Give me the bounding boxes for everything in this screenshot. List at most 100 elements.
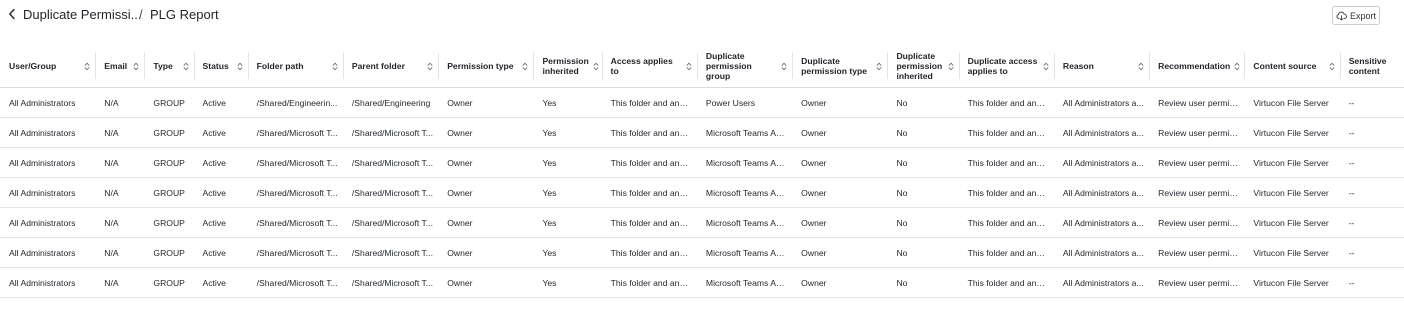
table-cell: Virtucon File Server [1244,87,1340,118]
table-cell: /Shared/Microsoft T... [342,237,439,268]
column-header-label: Permission inherited [542,56,589,76]
sort-button[interactable] [686,62,692,71]
table-cell: GROUP [144,207,194,238]
sort-icon[interactable] [1043,62,1049,71]
column-header[interactable]: Parent folder [342,45,439,88]
sort-icon[interactable] [133,62,139,71]
sort-button[interactable] [84,62,90,71]
table-cell: /Shared/Microsoft T... [342,267,439,298]
back-button[interactable] [5,6,19,22]
sort-button[interactable] [427,62,433,71]
sort-button[interactable] [948,62,954,71]
table-row[interactable]: All Administrators N/A GROUP Active/Shared/… [0,267,1404,298]
cloud-download-icon [1336,11,1347,20]
column-header[interactable]: Duplicate permission inherited [887,45,959,88]
column-header[interactable]: User/Group [0,45,96,88]
table-cell: Owner [438,117,534,148]
sort-icon[interactable] [1234,62,1240,71]
column-header[interactable]: Permission type [438,45,534,88]
sort-button[interactable] [1329,62,1335,71]
duplicate-permissions-table: User/Group Email Type Status Folder path Pare… [0,45,1404,298]
table-cell: All Administrators [0,87,96,118]
table-cell: Active [193,117,248,148]
sort-icon[interactable] [1138,62,1144,71]
sort-icon[interactable] [781,62,787,71]
column-header[interactable]: Email [95,45,145,88]
sort-icon[interactable] [948,62,954,71]
table-cell: /Shared/Engineering [342,87,439,118]
table-cell: -- [1339,147,1404,178]
sort-icon[interactable] [522,62,528,71]
column-header: Sensitive content [1339,45,1404,88]
table-cell: Power Users [696,87,793,118]
sort-button[interactable] [183,62,189,71]
table-cell: All Administrators a... [1053,117,1150,148]
column-header[interactable]: Reason [1053,45,1150,88]
chevron-left-icon [9,8,15,20]
table-cell: Microsoft Teams Ad... [696,177,793,208]
table-row[interactable]: All Administrators N/A GROUP Active/Shared/… [0,87,1404,118]
column-header[interactable]: Permission inherited [533,45,602,88]
page-header: Duplicate Permissi... / PLG Report Expor… [0,0,1404,32]
column-header[interactable]: Folder path [247,45,343,88]
table-row[interactable]: All Administrators N/A GROUP Active/Shared/… [0,147,1404,178]
column-header-label: Email [104,61,128,71]
table-cell: Microsoft Teams Ad... [696,237,793,268]
sort-button[interactable] [237,62,243,71]
table-cell: This folder and any ... [958,267,1054,298]
table-cell: Virtucon File Server [1244,117,1340,148]
column-header[interactable]: Duplicate access applies to [958,45,1054,88]
column-header[interactable]: Duplicate permission group [696,45,793,88]
column-header-label: Sensitive content [1348,56,1387,76]
export-button[interactable]: Export [1332,6,1380,25]
sort-button[interactable] [1043,62,1049,71]
table-cell: This folder and any ... [958,207,1054,238]
table-row[interactable]: All Administrators N/A GROUP Active/Shared/… [0,237,1404,268]
table-cell: All Administrators [0,207,96,238]
sort-button[interactable] [876,62,882,71]
column-header-label: Duplicate permission group [705,51,752,81]
sort-icon[interactable] [237,62,243,71]
table-row[interactable]: All Administrators N/A GROUP Active/Shared/… [0,207,1404,238]
sort-button[interactable] [522,62,528,71]
table-cell: /Shared/Microsoft T... [247,147,343,178]
table-cell: /Shared/Microsoft T... [247,237,343,268]
sort-icon[interactable] [686,62,692,71]
sort-icon[interactable] [593,62,599,71]
column-header[interactable]: Content source [1244,45,1340,88]
breadcrumb-parent[interactable]: Duplicate Permissi... [23,7,141,22]
table-cell: No [887,207,959,238]
table-cell: All Administrators a... [1053,207,1150,238]
sort-button[interactable] [332,62,338,71]
sort-button[interactable] [781,62,787,71]
table-cell: Yes [533,177,602,208]
table-cell: Yes [533,207,602,238]
column-header[interactable]: Type [144,45,194,88]
sort-icon[interactable] [876,62,882,71]
column-header[interactable]: Access applies to [601,45,697,88]
column-header-label: Status [202,61,229,71]
sort-icon[interactable] [183,62,189,71]
table-cell: Review user permis... [1149,177,1245,208]
sort-icon[interactable] [84,62,90,71]
sort-button[interactable] [1234,62,1240,71]
sort-icon[interactable] [427,62,433,71]
sort-button[interactable] [133,62,139,71]
table-row[interactable]: All Administrators N/A GROUP Active/Shared/… [0,117,1404,148]
table-cell: This folder and any ... [601,87,697,118]
column-header[interactable]: Recommendation [1149,45,1245,88]
column-header-label: Parent folder [351,61,405,71]
table-cell: This folder and any ... [601,177,697,208]
table-cell: N/A [95,267,145,298]
sort-button[interactable] [593,62,599,71]
sort-icon[interactable] [1329,62,1335,71]
sort-button[interactable] [1138,62,1144,71]
table-cell: /Shared/Microsoft T... [247,117,343,148]
table-cell: Yes [533,87,602,118]
column-header-label: Duplicate permission inherited [896,51,943,81]
sort-icon[interactable] [332,62,338,71]
column-header[interactable]: Status [193,45,248,88]
table-row[interactable]: All Administrators N/A GROUP Active/Shared/… [0,177,1404,208]
column-header[interactable]: Duplicate permission type [792,45,888,88]
table-cell: This folder and any ... [601,237,697,268]
